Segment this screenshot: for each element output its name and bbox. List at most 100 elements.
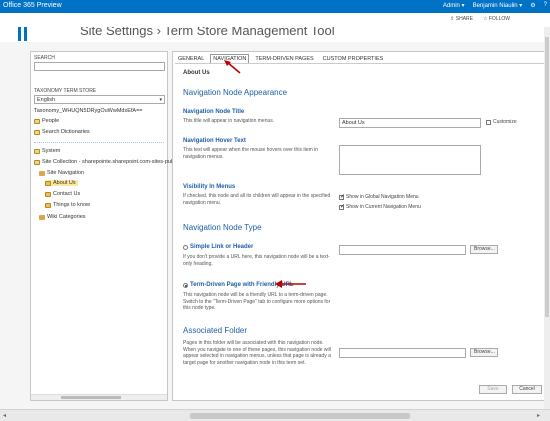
- hover-text-desc: This text will appear when the mouse hov…: [183, 147, 319, 160]
- divider: [34, 142, 164, 143]
- cancel-button[interactable]: Cancel: [512, 385, 542, 394]
- term-name: About Us: [183, 70, 210, 76]
- checkbox-box[interactable]: [339, 203, 345, 210]
- tree-item-about-us[interactable]: About Us: [45, 180, 78, 186]
- node-title-input[interactable]: About Us: [339, 118, 481, 128]
- site-logo[interactable]: [10, 27, 32, 41]
- scroll-right-icon[interactable]: ▸: [537, 412, 540, 419]
- term-driven-label: Term-Driven Page with Friendly URL: [190, 282, 294, 288]
- term-icon: [45, 191, 51, 197]
- tree-item-label: System: [42, 148, 61, 154]
- language-select[interactable]: English ▾: [34, 95, 165, 104]
- suite-right: Admin ▾ Benjamin Niaulin ▾ ⚙ ?: [443, 2, 547, 9]
- page-title: Site Settings › Term Store Management To…: [80, 27, 335, 38]
- page-horizontal-scrollbar[interactable]: ◂ ▸: [0, 409, 550, 421]
- node-title-desc: This title will appear in navigation men…: [183, 118, 275, 124]
- horizontal-scrollbar[interactable]: [31, 394, 167, 400]
- section-node-type: Navigation Node Type: [183, 223, 262, 232]
- section-associated-folder: Associated Folder: [183, 326, 248, 335]
- browse-button[interactable]: Browse...: [470, 245, 498, 254]
- visibility-label: Visibility In Menus: [183, 184, 236, 190]
- current-nav-label: Show in Current Navigation Menu: [346, 204, 421, 210]
- tree-item-system[interactable]: System: [34, 148, 60, 154]
- visibility-desc: If checked, this node and all its childr…: [183, 193, 331, 206]
- tree-item-label: Search Dictionaries: [42, 129, 90, 135]
- simple-link-option[interactable]: Simple Link or Header: [183, 244, 253, 250]
- tree-item-site-navigation[interactable]: Site Navigation: [39, 170, 84, 176]
- section-appearance: Navigation Node Appearance: [183, 88, 288, 97]
- customize-label: Customize: [493, 119, 517, 125]
- hover-text-label: Navigation Hover Text: [183, 138, 246, 144]
- group-icon: [34, 159, 40, 165]
- tree-item-label: People: [42, 118, 60, 124]
- share-bar: ⇪ SHARE ☆ FOLLOW: [0, 13, 550, 27]
- term-set-icon: [39, 170, 45, 176]
- term-set-icon: [39, 214, 45, 220]
- scroll-left-icon[interactable]: ◂: [3, 412, 6, 419]
- tree-item-site-collection[interactable]: Site Collection - sharepointe.sharepoint…: [34, 159, 190, 165]
- tree-item-label: Contact Us: [53, 191, 81, 197]
- suite-bar: Office 365 Preview Admin ▾ Benjamin Niau…: [0, 0, 550, 13]
- tree-item-label: Wiki Categories: [47, 214, 86, 220]
- store-name: Taxonomy_WHUQN5DRygOuWwMdxEfA==: [34, 108, 143, 114]
- store-label: TAXONOMY TERM STORE: [34, 88, 97, 94]
- simple-link-desc: If you don't provide a URL here, this na…: [183, 254, 330, 267]
- suite-title[interactable]: Office 365 Preview: [3, 2, 62, 9]
- scrollbar-thumb[interactable]: [545, 37, 549, 317]
- user-menu[interactable]: Benjamin Niaulin ▾: [473, 2, 523, 9]
- customize-checkbox[interactable]: Customize: [486, 119, 517, 125]
- radio-button[interactable]: [183, 244, 188, 250]
- term-driven-desc: This navigation node will be a friendly …: [183, 292, 331, 311]
- term-driven-option[interactable]: Term-Driven Page with Friendly URL: [183, 282, 294, 288]
- tree-item-people[interactable]: People: [34, 118, 59, 124]
- term-icon: [45, 180, 51, 186]
- share-button[interactable]: ⇪ SHARE: [450, 16, 473, 22]
- tree-item-label: Things to know: [53, 202, 90, 208]
- tree-item-store[interactable]: Taxonomy_WHUQN5DRygOuWwMdxEfA==: [34, 108, 143, 114]
- tree-item-things-to-know[interactable]: Things to know: [45, 202, 90, 208]
- tree-item-label: Site Navigation: [47, 170, 84, 176]
- group-icon: [34, 148, 40, 154]
- folder-browse-button[interactable]: Browse...: [470, 348, 498, 357]
- follow-button[interactable]: ☆ FOLLOW: [483, 16, 510, 22]
- tree-item-contact-us[interactable]: Contact Us: [45, 191, 80, 197]
- folder-input[interactable]: [339, 348, 466, 358]
- scrollbar-thumb[interactable]: [61, 396, 121, 399]
- tree-item-label: About Us: [53, 180, 76, 186]
- save-button[interactable]: Save: [479, 385, 507, 394]
- tree-item-label: Site Collection - sharepointe.sharepoint…: [42, 159, 190, 165]
- search-input[interactable]: [34, 62, 165, 71]
- group-icon: [34, 129, 40, 135]
- help-icon[interactable]: ?: [544, 2, 547, 9]
- follow-label: FOLLOW: [488, 16, 510, 22]
- folder-desc: Pages in this folder will be associated …: [183, 340, 331, 366]
- global-nav-label: Show in Global Navigation Menu: [346, 194, 419, 200]
- search-label: SEARCH: [34, 55, 55, 61]
- checkbox-box[interactable]: [339, 193, 345, 200]
- title-bar: Site Settings › Term Store Management To…: [0, 27, 550, 42]
- term-store-panel: SEARCH TAXONOMY TERM STORE English ▾ Tax…: [30, 51, 190, 401]
- term-properties-panel: GENERAL NAVIGATION TERM-DRIVEN PAGES CUS…: [172, 51, 547, 401]
- tree-item-wiki-categories[interactable]: Wiki Categories: [39, 214, 86, 220]
- tab-divider: [175, 63, 545, 64]
- current-nav-checkbox[interactable]: Show in Current Navigation Menu: [339, 203, 421, 210]
- term-icon: [45, 202, 51, 208]
- page-vertical-scrollbar[interactable]: [544, 27, 550, 409]
- chevron-down-icon: ▾: [159, 97, 162, 103]
- simple-link-label: Simple Link or Header: [190, 244, 254, 250]
- node-title-value: About Us: [342, 120, 365, 126]
- node-title-label: Navigation Node Title: [183, 109, 245, 115]
- admin-menu[interactable]: Admin ▾: [443, 2, 465, 9]
- language-value: English: [37, 97, 56, 103]
- global-nav-checkbox[interactable]: Show in Global Navigation Menu: [339, 193, 419, 200]
- checkbox-box[interactable]: [486, 119, 491, 125]
- share-label: SHARE: [455, 16, 473, 22]
- share-actions: ⇪ SHARE ☆ FOLLOW: [450, 16, 510, 22]
- gear-icon[interactable]: ⚙: [530, 2, 535, 9]
- radio-button[interactable]: [183, 282, 188, 288]
- simple-link-url-input[interactable]: [339, 245, 466, 255]
- group-icon: [34, 118, 40, 124]
- tree-item-search-dictionaries[interactable]: Search Dictionaries: [34, 129, 90, 135]
- hover-text-input[interactable]: [339, 145, 481, 175]
- scrollbar-thumb[interactable]: [190, 413, 410, 419]
